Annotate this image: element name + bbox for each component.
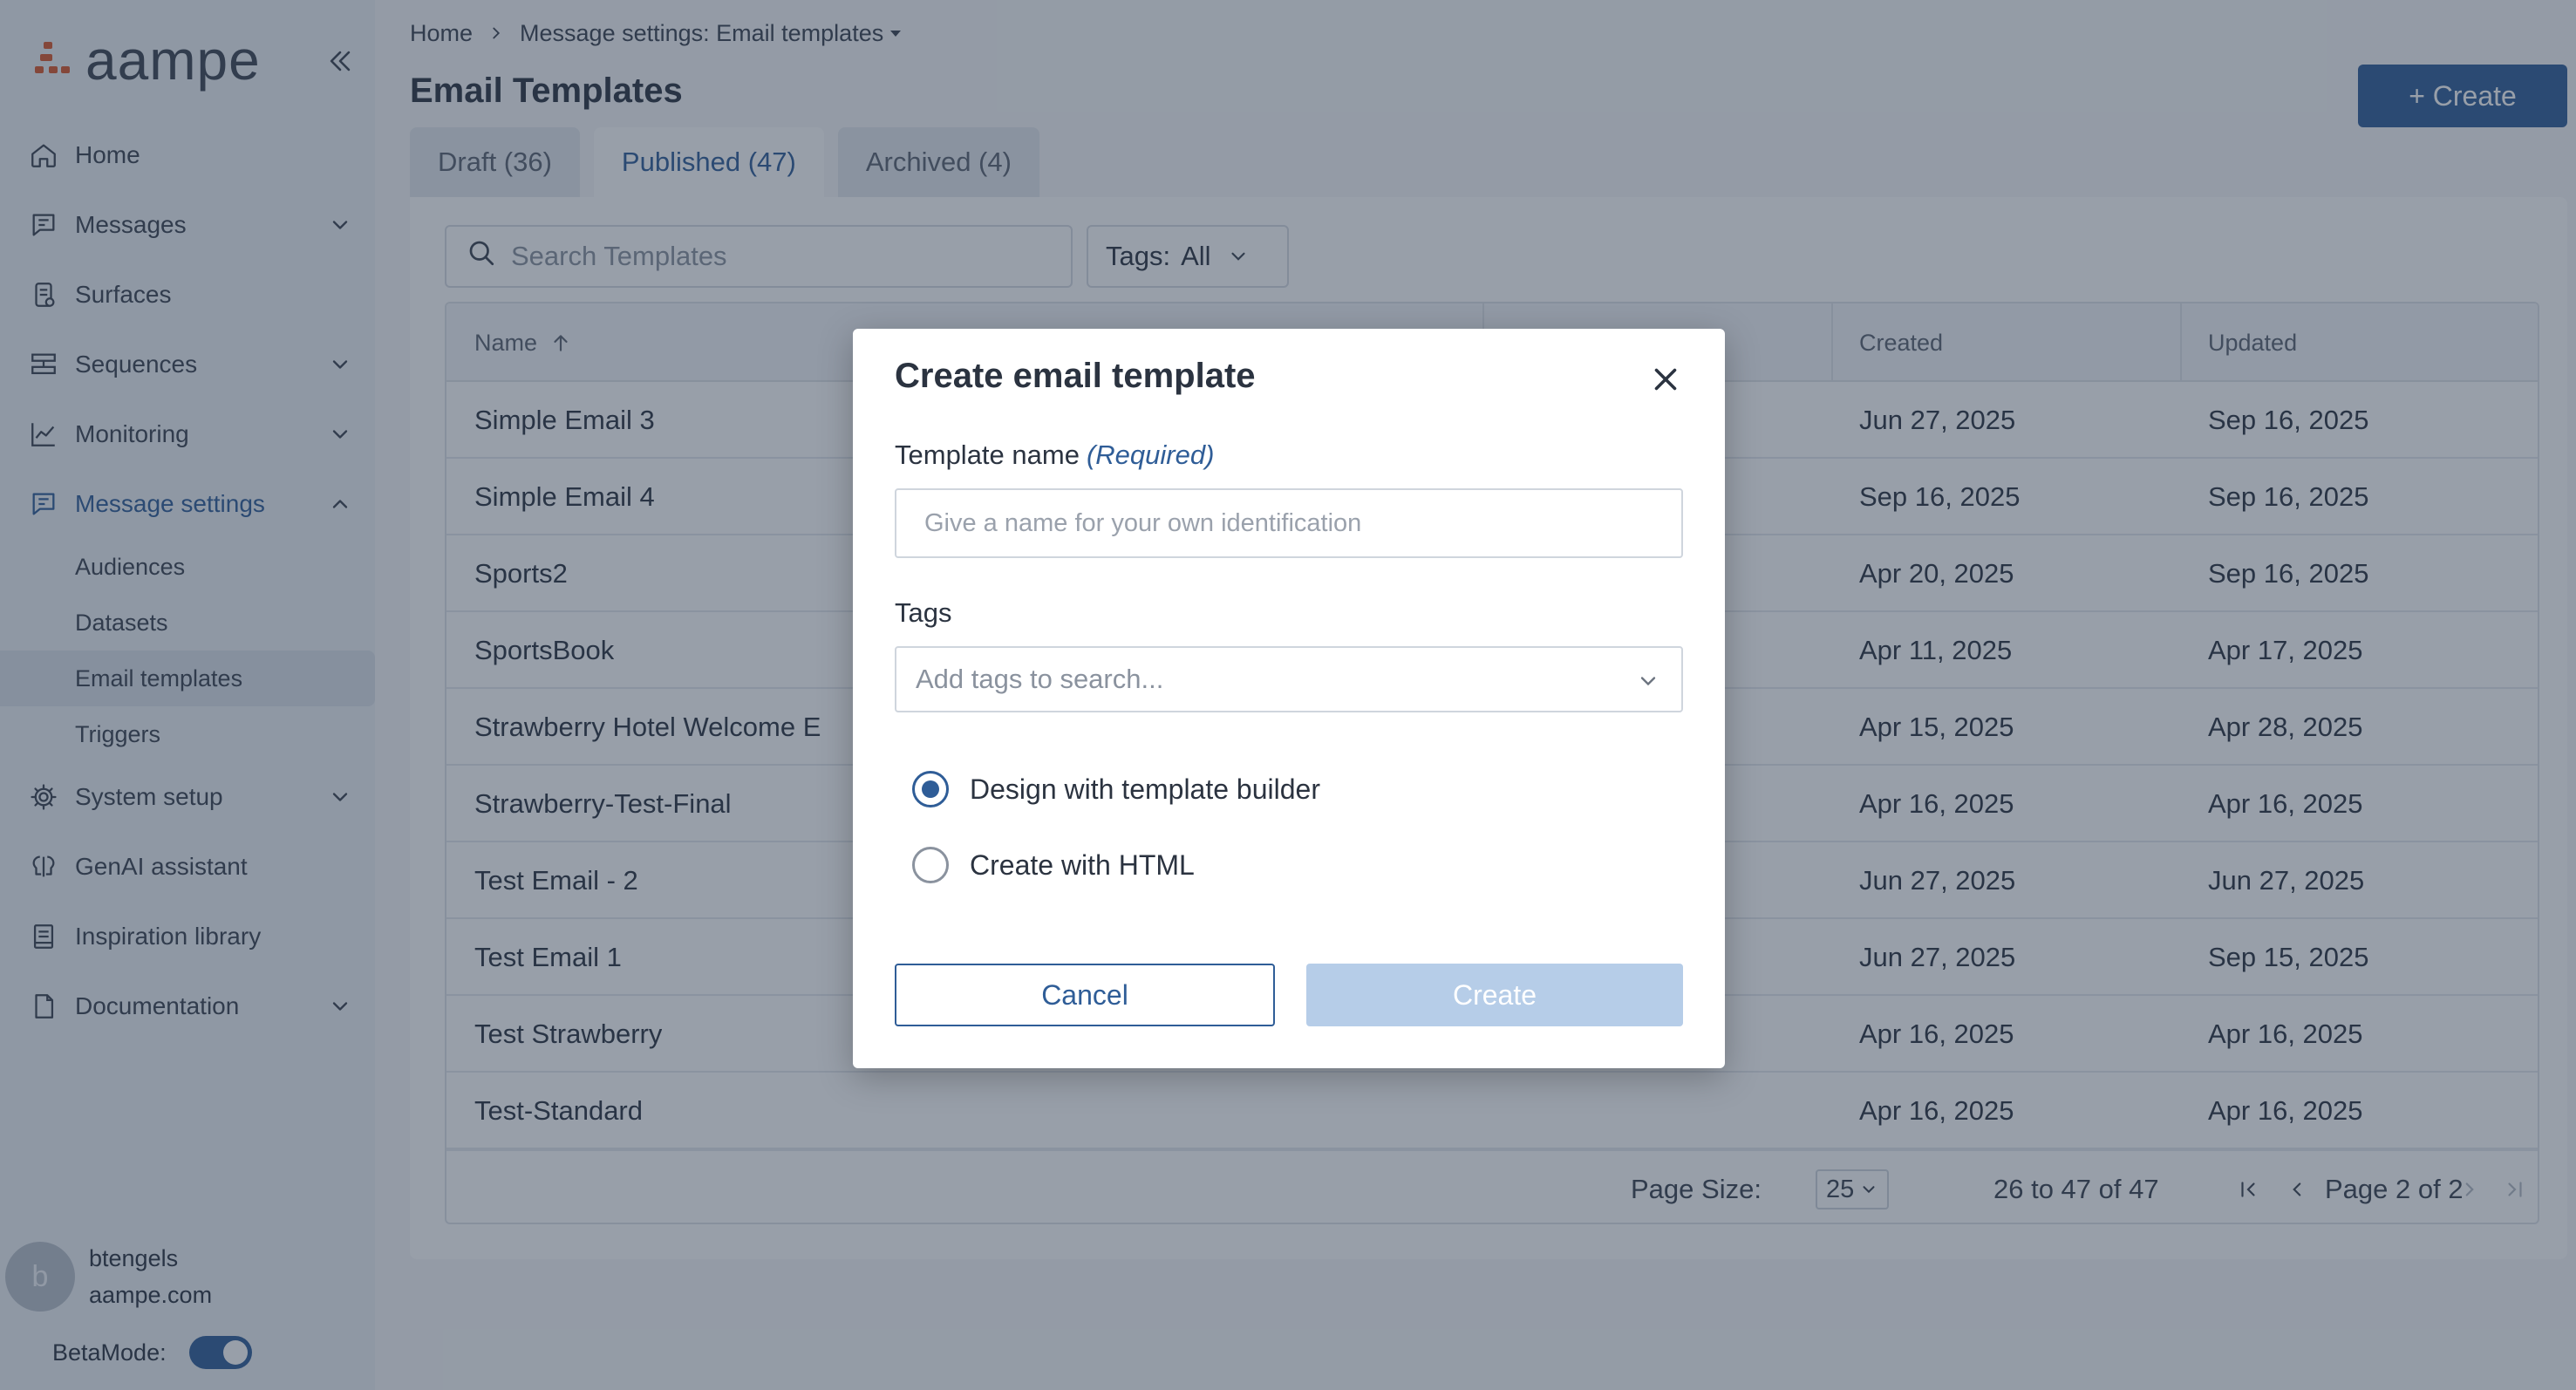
tags-select-placeholder: Add tags to search... — [916, 664, 1164, 694]
option-html[interactable]: Create with HTML — [912, 843, 1195, 887]
radio-unselected[interactable] — [912, 847, 949, 883]
option-label: Create with HTML — [970, 848, 1195, 881]
cancel-button[interactable]: Cancel — [895, 964, 1275, 1026]
tags-select[interactable]: Add tags to search... — [895, 646, 1683, 712]
template-name-label: Template name (Required) — [895, 439, 1214, 471]
option-template-builder[interactable]: Design with template builder — [912, 767, 1320, 811]
close-icon[interactable] — [1645, 358, 1687, 400]
chevron-down-icon — [1634, 667, 1662, 695]
create-button[interactable]: Create — [1306, 964, 1683, 1026]
radio-selected[interactable] — [912, 771, 949, 807]
option-label: Design with template builder — [970, 773, 1320, 805]
dialog-title: Create email template — [895, 357, 1256, 395]
template-name-input[interactable]: Give a name for your own identification — [895, 488, 1683, 558]
required-indicator: (Required) — [1086, 439, 1215, 470]
create-email-template-dialog: Create email template Template name (Requ… — [853, 329, 1725, 1068]
template-name-label-text: Template name — [895, 439, 1080, 470]
tags-label: Tags — [895, 597, 952, 628]
